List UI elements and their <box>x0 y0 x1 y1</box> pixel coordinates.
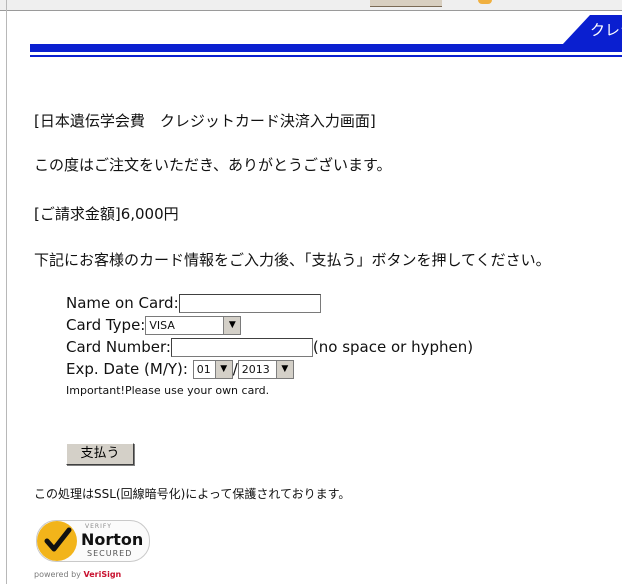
header-underline <box>30 55 622 57</box>
chevron-down-icon[interactable]: ▼ <box>223 317 241 334</box>
norton-secured-seal[interactable]: VERIFY Norton SECURED powered by VeriSig… <box>32 512 160 582</box>
toolbar-indicator <box>478 0 492 4</box>
amount-text: [ご請求金額]6,000円 <box>34 205 179 223</box>
header-bar <box>30 44 622 52</box>
card-number-hint: (no space or hyphen) <box>312 338 474 356</box>
powered-by-label: powered by <box>34 570 81 579</box>
exp-year-select[interactable]: 2013 ▼ <box>237 360 294 379</box>
exp-date-row: Exp. Date (M/Y): 01 ▼/2013 ▼ <box>66 358 294 380</box>
checkmark-icon <box>37 521 77 561</box>
verify-label: VERIFY <box>85 523 112 530</box>
card-number-row: Card Number: (no space or hyphen) <box>66 336 473 358</box>
powered-by-text: powered by VeriSign <box>34 570 121 579</box>
secured-label: SECURED <box>87 549 133 558</box>
name-on-card-input[interactable] <box>178 294 321 313</box>
name-label: Name on Card: <box>66 294 179 312</box>
own-card-note: Important!Please use your own card. <box>66 384 270 397</box>
card-type-value: VISA <box>149 319 175 332</box>
seal-badge: VERIFY Norton SECURED <box>36 520 150 562</box>
card-type-label: Card Type: <box>66 316 146 334</box>
exp-month-select[interactable]: 01 ▼ <box>192 360 233 379</box>
chevron-down-icon[interactable]: ▼ <box>214 361 232 378</box>
pay-button[interactable]: 支払う <box>66 443 134 465</box>
frame-edge <box>6 0 7 584</box>
header-tab: クレジ <box>562 15 622 45</box>
card-type-select[interactable]: VISA ▼ <box>145 316 242 335</box>
exp-year-value: 2013 <box>241 363 270 376</box>
exp-date-label: Exp. Date (M/Y): <box>66 360 188 378</box>
chevron-down-icon[interactable]: ▼ <box>275 361 293 378</box>
ssl-note: この処理はSSL(回線暗号化)によって保護されております。 <box>34 487 351 501</box>
card-type-row: Card Type: VISA ▼ <box>66 314 242 336</box>
page-title: [日本遺伝学会費 クレジットカード決済入力画面] <box>34 112 376 130</box>
instruction-text: 下記にお客様のカード情報をご入力後、「支払う」ボタンを押してください。 <box>34 251 551 269</box>
browser-top-strip <box>0 0 622 584</box>
exp-month-value: 01 <box>196 363 211 376</box>
card-number-input[interactable] <box>170 338 313 357</box>
thanks-message: この度はご注文をいただき、ありがとうございます。 <box>34 156 392 174</box>
name-row: Name on Card: <box>66 292 321 314</box>
verisign-label: VeriSign <box>83 570 122 579</box>
card-number-label: Card Number: <box>66 338 171 356</box>
norton-brand: Norton <box>81 530 144 549</box>
scroll-handle[interactable] <box>370 0 442 7</box>
